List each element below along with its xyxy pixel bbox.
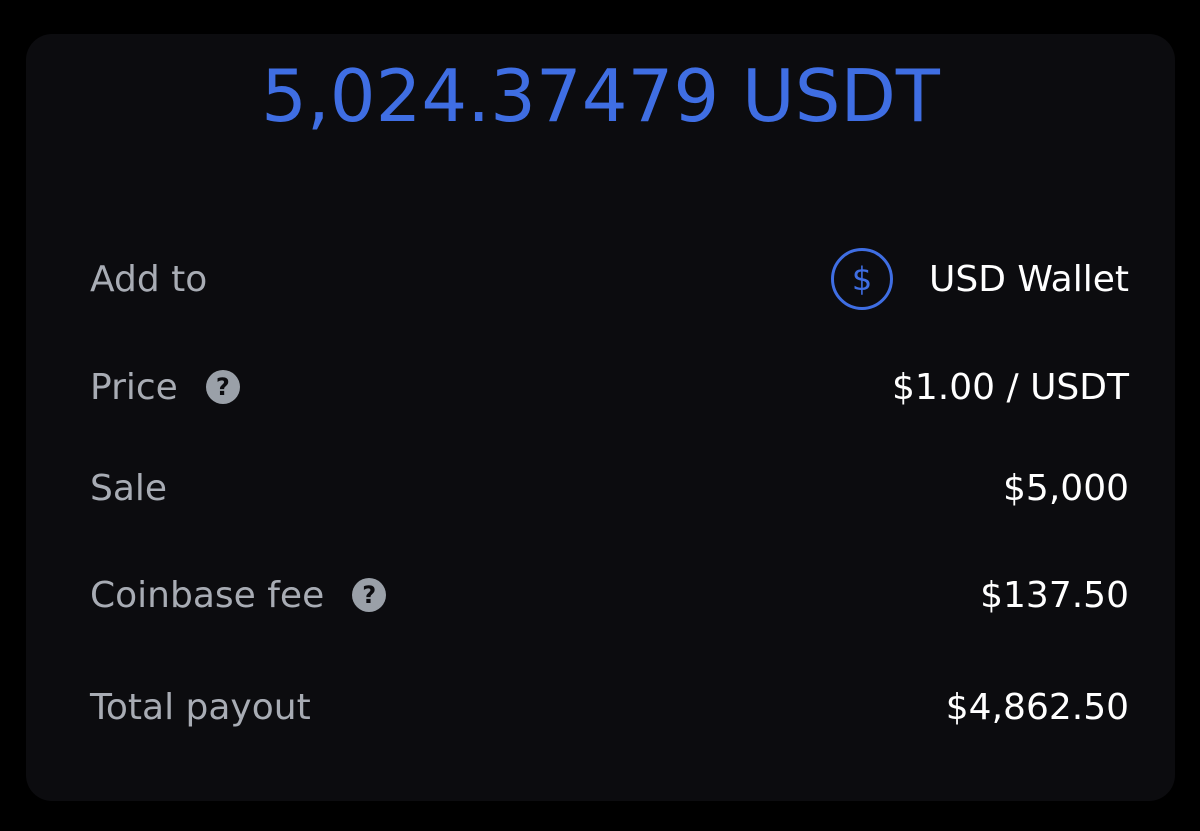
row-add-to: Add to $ USD Wallet [90,248,1129,310]
usdt-amount: 5,024.37479 USDT [261,54,940,138]
price-value: $1.00 / USDT [892,366,1129,408]
coinbase-fee-value: $137.50 [980,574,1129,616]
add-to-label-text: Add to [90,258,208,300]
transaction-summary-card: 5,024.37479 USDT Add to $ USD Wallet Pri… [26,34,1175,801]
coinbase-fee-label: Coinbase fee ? [90,574,387,616]
add-to-label: Add to [90,259,207,300]
coinbase-fee-label-text: Coinbase fee [90,574,325,616]
question-mark-icon[interactable]: ? [205,370,240,404]
sale-label: Sale [90,467,168,509]
dollar-circle-icon: $ [831,248,893,310]
add-to-wallet-selector[interactable]: $ USD Wallet [831,248,1129,310]
row-sale: Sale $5,000 [90,458,1129,518]
wallet-name: USD Wallet [929,258,1129,300]
row-coinbase-fee: Coinbase fee ? $137.50 [90,565,1129,625]
price-label-text: Price [90,366,178,408]
total-payout-label: Total payout [90,686,311,728]
total-payout-value: $4,862.50 [945,686,1129,728]
question-mark-icon[interactable]: ? [352,578,387,612]
row-price: Price ? $1.00 / USDT [90,357,1129,417]
sale-value: $5,000 [1003,467,1129,509]
price-label: Price ? [90,367,240,408]
row-total-payout: Total payout $4,862.50 [90,677,1129,737]
